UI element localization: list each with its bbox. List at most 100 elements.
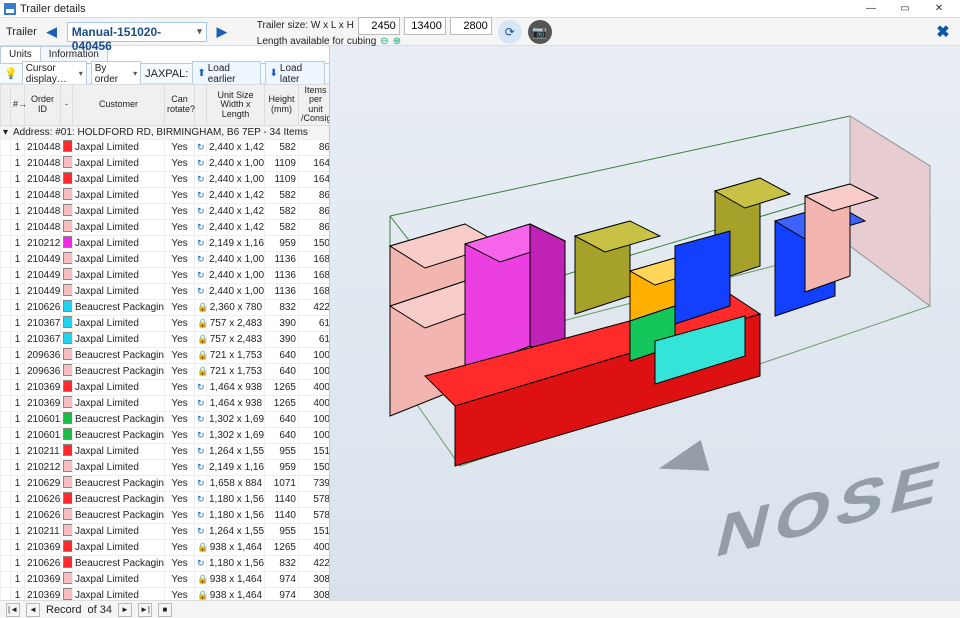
table-row[interactable]: 1210367Jaxpal LimitedYes🔒757 x 2,4833906… <box>1 331 330 347</box>
table-row[interactable]: 1209636Beaucrest Packaging SoluYes🔒721 x… <box>1 347 330 363</box>
table-row[interactable]: 1210369Jaxpal LimitedYes🔒938 x 1,4641265… <box>1 539 330 555</box>
load-later-button[interactable]: ⬇Load later <box>265 61 326 87</box>
cell-rotate: Yes <box>165 555 195 571</box>
table-row[interactable]: 1210369Jaxpal LimitedYes↻1,464 x 9381265… <box>1 395 330 411</box>
record-last-button[interactable]: ►| <box>138 603 152 617</box>
col-order[interactable]: Order ID <box>25 85 61 126</box>
cell-rotate: Yes <box>165 395 195 411</box>
table-row[interactable]: 1210369Jaxpal LimitedYes🔒938 x 1,4649743… <box>1 587 330 600</box>
table-row[interactable]: 1210211Jaxpal LimitedYes↻1,264 x 1,55795… <box>1 443 330 459</box>
table-row[interactable]: 1210448Jaxpal LimitedYes↻2,440 x 1,42258… <box>1 203 330 219</box>
cell-type-icon: ↻ <box>195 555 207 571</box>
trailer-length-input[interactable] <box>404 17 446 35</box>
table-row[interactable]: 1210367Jaxpal LimitedYes🔒757 x 2,4833906… <box>1 315 330 331</box>
table-row[interactable]: 1210448Jaxpal LimitedYes↻2,440 x 1,42258… <box>1 139 330 155</box>
cell-customer: Jaxpal Limited <box>73 267 165 283</box>
table-row[interactable]: 1210212Jaxpal LimitedYes↻2,149 x 1,16795… <box>1 459 330 475</box>
cell-customer: Jaxpal Limited <box>73 539 165 555</box>
col-items[interactable]: Items per unit /Consig <box>299 85 330 126</box>
col-num[interactable]: #→ <box>11 85 25 126</box>
cell-num: 1 <box>11 331 25 347</box>
cell-size: 2,440 x 1,000 <box>207 171 265 187</box>
cell-size: 757 x 2,483 <box>207 315 265 331</box>
record-first-button[interactable]: |◄ <box>6 603 20 617</box>
table-row[interactable]: 1210449Jaxpal LimitedYes↻2,440 x 1,00011… <box>1 283 330 299</box>
cell-height: 1140 <box>265 491 299 507</box>
record-prev-button[interactable]: ◄ <box>26 603 40 617</box>
record-stop-button[interactable]: ■ <box>158 603 172 617</box>
table-row[interactable]: 1210212Jaxpal LimitedYes↻2,149 x 1,16795… <box>1 235 330 251</box>
table-row[interactable]: 1210369Jaxpal LimitedYes🔒938 x 1,4649743… <box>1 571 330 587</box>
table-row[interactable]: 1210448Jaxpal LimitedYes↻2,440 x 1,42258… <box>1 219 330 235</box>
col-expand[interactable] <box>1 85 11 126</box>
cell-color <box>61 395 73 411</box>
cell-height: 1136 <box>265 251 299 267</box>
cell-customer: Jaxpal Limited <box>73 443 165 459</box>
refresh-button[interactable]: ⟳ <box>498 20 522 44</box>
table-row[interactable]: 1210211Jaxpal LimitedYes↻1,264 x 1,55795… <box>1 523 330 539</box>
cell-num: 1 <box>11 235 25 251</box>
close-button[interactable]: ✕ <box>922 0 956 18</box>
table-row[interactable]: 1210626Beaucrest Packaging SoluYes↻1,180… <box>1 555 330 571</box>
cell-items: 61 <box>299 331 330 347</box>
cell-customer: Beaucrest Packaging Solu <box>73 507 165 523</box>
table-row[interactable]: 1209636Beaucrest Packaging SoluYes🔒721 x… <box>1 363 330 379</box>
maximize-button[interactable]: ▭ <box>888 0 922 18</box>
col-rotate[interactable]: Can rotate? <box>165 85 195 126</box>
table-row[interactable]: 1210601Beaucrest Packaging SoluYes↻1,302… <box>1 411 330 427</box>
col-customer[interactable]: Customer <box>73 85 165 126</box>
cell-rotate: Yes <box>165 491 195 507</box>
cell-height: 640 <box>265 427 299 443</box>
trailer-select[interactable]: Manual-151020-040456 <box>67 22 207 42</box>
cell-num: 1 <box>11 539 25 555</box>
cell-customer: Beaucrest Packaging Solu <box>73 427 165 443</box>
record-next-button[interactable]: ► <box>118 603 132 617</box>
cell-height: 974 <box>265 587 299 600</box>
table-row[interactable]: 1210626Beaucrest Packaging SoluYes↻1,180… <box>1 491 330 507</box>
col-height[interactable]: Height (mm) <box>265 85 299 126</box>
table-row[interactable]: 1210601Beaucrest Packaging SoluYes↻1,302… <box>1 427 330 443</box>
cell-order: 210449 <box>25 267 61 283</box>
cell-items: 400 <box>299 539 330 555</box>
table-row[interactable]: 1210448Jaxpal LimitedYes↻2,440 x 1,00011… <box>1 171 330 187</box>
col-size[interactable]: Unit Size Width x Length <box>207 85 265 126</box>
cell-order: 210369 <box>25 571 61 587</box>
next-trailer-button[interactable]: ▶ <box>213 23 231 41</box>
cell-size: 721 x 1,753 <box>207 347 265 363</box>
cell-size: 2,440 x 1,000 <box>207 267 265 283</box>
cell-size: 1,180 x 1,560 <box>207 507 265 523</box>
panel-close-button[interactable]: ✖ <box>932 21 954 43</box>
cell-type-icon: 🔒 <box>195 331 207 347</box>
cell-type-icon: ↻ <box>195 267 207 283</box>
table-row[interactable]: 1210626Beaucrest Packaging SoluYes🔒2,360… <box>1 299 330 315</box>
minimize-button[interactable]: — <box>854 0 888 18</box>
table-row[interactable]: 1210449Jaxpal LimitedYes↻2,440 x 1,00011… <box>1 267 330 283</box>
trailer-width-input[interactable] <box>358 17 400 35</box>
address-group-header[interactable]: Address: #01: HOLDFORD RD, BIRMINGHAM, B… <box>11 125 330 139</box>
table-row[interactable]: 1210629Beaucrest Packaging SoluYes↻1,658… <box>1 475 330 491</box>
sort-select[interactable]: By order <box>91 61 141 87</box>
trailer-height-input[interactable] <box>450 17 492 35</box>
length-minus-button[interactable]: ⊖ <box>380 36 388 47</box>
col-color[interactable]: - <box>61 85 73 126</box>
cell-items: 151 <box>299 523 330 539</box>
table-row[interactable]: 1210626Beaucrest Packaging SoluYes↻1,180… <box>1 507 330 523</box>
length-plus-button[interactable]: ⊕ <box>393 36 401 47</box>
cell-type-icon: ↻ <box>195 491 207 507</box>
cursor-display-select[interactable]: Cursor display… <box>22 61 87 87</box>
cell-size: 1,264 x 1,557 <box>207 443 265 459</box>
camera-button[interactable]: 📷 <box>528 20 552 44</box>
col-icon[interactable] <box>195 85 207 126</box>
cell-rotate: Yes <box>165 475 195 491</box>
cell-type-icon: 🔒 <box>195 539 207 555</box>
expand-toggle[interactable]: ▾ <box>1 125 11 139</box>
table-row[interactable]: 1210448Jaxpal LimitedYes↻2,440 x 1,42258… <box>1 187 330 203</box>
3d-view[interactable]: NOSE <box>330 46 960 600</box>
cell-order: 210626 <box>25 299 61 315</box>
table-row[interactable]: 1210369Jaxpal LimitedYes↻1,464 x 9381265… <box>1 379 330 395</box>
load-earlier-button[interactable]: ⬆Load earlier <box>192 61 260 87</box>
table-row[interactable]: 1210449Jaxpal LimitedYes↻2,440 x 1,00011… <box>1 251 330 267</box>
prev-trailer-button[interactable]: ◀ <box>43 23 61 41</box>
cell-num: 1 <box>11 299 25 315</box>
table-row[interactable]: 1210448Jaxpal LimitedYes↻2,440 x 1,00011… <box>1 155 330 171</box>
